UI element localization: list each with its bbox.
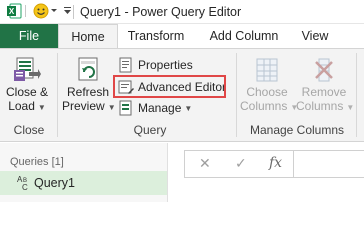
query-list-item[interactable]: A C B Query1: [0, 171, 167, 195]
excel-icon: X: [6, 3, 22, 22]
remove-columns-button[interactable]: Remove Columns ▼: [296, 55, 354, 115]
choose-columns-icon: [252, 55, 282, 85]
separator-icon: [24, 3, 28, 22]
close-and-load-label-line2: Load: [8, 99, 35, 113]
chevron-down-icon[interactable]: ▼: [346, 103, 354, 112]
tab-home[interactable]: Home: [58, 24, 118, 49]
close-and-load-icon: [12, 55, 42, 85]
smiley-dropdown-icon[interactable]: [50, 5, 58, 20]
ribbon: Close & Load ▼ Close Refresh Preview ▼ Pr: [0, 48, 364, 142]
manage-icon: [118, 100, 134, 116]
smiley-icon[interactable]: [33, 3, 49, 22]
choose-columns-label-line2: Columns: [240, 99, 288, 113]
tab-add-column[interactable]: Add Column: [199, 24, 289, 48]
queries-pane: Queries [1] A C B Query1: [0, 143, 168, 202]
group-label-close: Close: [13, 123, 45, 137]
check-icon[interactable]: ✓: [235, 155, 247, 172]
formula-bar: ✕ ✓ fx: [184, 150, 364, 178]
tab-file[interactable]: File: [0, 24, 58, 48]
title-separator: [73, 5, 74, 19]
close-and-load-button[interactable]: Close & Load ▼: [4, 55, 50, 115]
svg-text:B: B: [23, 178, 27, 184]
properties-button[interactable]: Properties: [118, 55, 193, 75]
close-and-load-label-line1: Close &: [5, 85, 49, 99]
group-label-manage-columns: Manage Columns: [249, 123, 345, 137]
remove-columns-icon: [309, 55, 339, 85]
formula-divider: [293, 151, 294, 177]
refresh-preview-label-line1: Refresh: [66, 85, 110, 99]
ribbon-tabs: File Home Transform Add Column View: [0, 24, 364, 49]
chevron-down-icon[interactable]: ▼: [184, 104, 192, 113]
properties-label: Properties: [138, 58, 193, 72]
chevron-down-icon[interactable]: ▼: [108, 103, 116, 112]
group-separator: [356, 53, 357, 137]
refresh-icon: [73, 55, 103, 85]
group-separator: [236, 53, 237, 137]
group-label-query: Query: [133, 123, 167, 137]
title-bar: X Query1 - Power Query Editor: [0, 0, 364, 24]
choose-columns-button[interactable]: Choose Columns ▼: [240, 55, 298, 115]
tab-transform[interactable]: Transform: [118, 24, 194, 48]
window-title: Query1 - Power Query Editor: [80, 5, 242, 19]
refresh-preview-label-line2: Preview: [62, 99, 105, 113]
tab-view[interactable]: View: [291, 24, 339, 48]
query-label: Query1: [34, 176, 75, 190]
chevron-down-icon[interactable]: ▼: [38, 103, 46, 112]
remove-columns-label-line1: Remove: [301, 85, 347, 99]
queries-header: Queries [1]: [10, 156, 64, 168]
advanced-editor-highlight: [113, 75, 226, 98]
manage-label: Manage: [138, 101, 182, 115]
svg-text:C: C: [22, 183, 28, 192]
quick-access-customize-icon[interactable]: [63, 5, 72, 20]
manage-button[interactable]: Manage ▼: [118, 98, 192, 118]
refresh-preview-button[interactable]: Refresh Preview ▼: [62, 55, 116, 115]
text-type-icon: A C B: [17, 174, 33, 192]
properties-icon: [118, 57, 134, 73]
choose-columns-label-line1: Choose: [246, 85, 288, 99]
group-separator: [57, 53, 58, 137]
remove-columns-label-line2: Columns: [296, 99, 344, 113]
fx-icon[interactable]: fx: [269, 155, 282, 171]
cancel-icon[interactable]: ✕: [199, 155, 211, 172]
svg-text:X: X: [9, 7, 15, 16]
